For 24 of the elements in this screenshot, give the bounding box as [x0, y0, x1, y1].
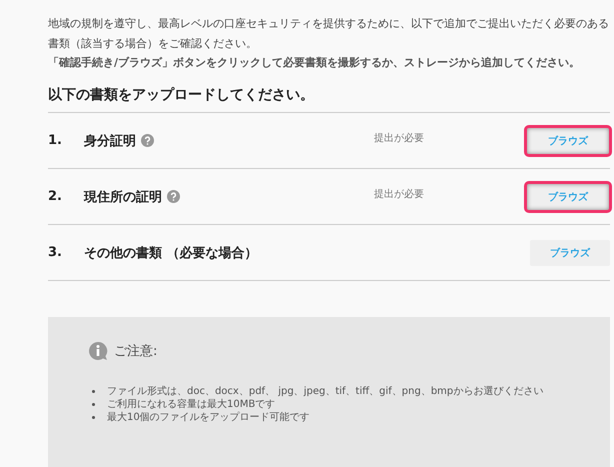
notice-item: 最大10個のファイルをアップロード可能です	[107, 411, 310, 424]
section-heading: 以下の書類をアップロードしてください。	[48, 86, 315, 104]
help-icon[interactable]	[167, 190, 180, 203]
intro-text: 地域の規制を遵守し、最高レベルの口座セキュリティを提供するために、以下で追加でご提出いただく必要のある書類（該当する場合）をご確認ください。	[48, 16, 610, 52]
notice-item: ファイル形式は、doc、docx、pdf、 jpg、jpeg、tif、tiff、gif、png、bmpからお選びください	[107, 385, 544, 398]
instruction-text: 「確認手続き/ブラウズ」ボタンをクリックして必要書類を撮影するか、ストレージから追加してください。	[48, 55, 582, 71]
help-icon[interactable]	[141, 134, 154, 147]
browse-button[interactable]: ブラウズ	[524, 180, 612, 212]
status-text: 提出が必要	[374, 188, 425, 200]
status-text: 提出が必要	[374, 132, 425, 144]
notice-item: ご利用になれる容量は最大10MBです	[107, 398, 276, 411]
document-title: その他の書類 （必要な場合）	[84, 244, 258, 262]
item-number: 1.	[48, 133, 63, 148]
notice-title: ご注意:	[114, 343, 158, 360]
document-title: 現住所の証明	[84, 188, 162, 206]
bullet-icon	[92, 390, 95, 393]
browse-button[interactable]: ブラウズ	[530, 240, 610, 266]
bullet-icon	[92, 416, 95, 419]
browse-button[interactable]: ブラウズ	[524, 124, 612, 156]
item-number: 3.	[48, 245, 63, 260]
bullet-icon	[92, 403, 95, 406]
document-title: 身分証明	[84, 132, 136, 150]
item-number: 2.	[48, 189, 63, 204]
info-icon	[88, 341, 108, 361]
